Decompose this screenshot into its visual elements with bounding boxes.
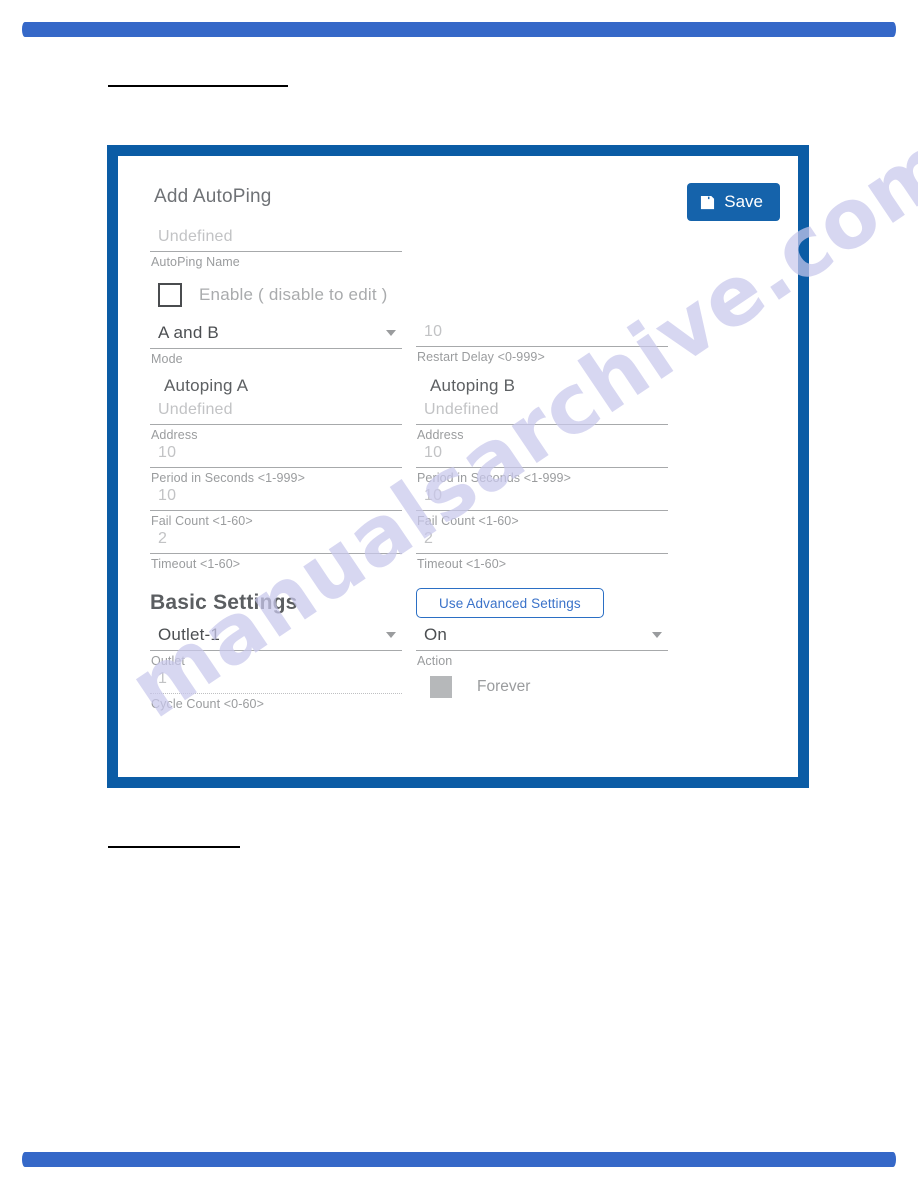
autoping-heading-row: Autoping A Autoping B: [150, 366, 766, 399]
autoping-b-address-field[interactable]: Undefined Address: [416, 399, 668, 442]
action-value: On: [424, 625, 448, 644]
autoping-b-timeout-label: Timeout <1-60>: [417, 557, 507, 571]
page-footer-bar: [22, 1152, 896, 1167]
autoping-fields-row-0: Undefined Address Undefined Address: [150, 399, 766, 442]
autoping-b-address-label: Address: [417, 428, 464, 442]
chevron-down-icon[interactable]: [386, 330, 396, 336]
mode-label: Mode: [151, 352, 183, 366]
autoping-b-timeout-value: 2: [424, 530, 434, 547]
chevron-down-icon[interactable]: [386, 632, 396, 638]
save-icon: [701, 195, 715, 209]
forever-row[interactable]: Forever: [416, 668, 668, 698]
cycle-count-field[interactable]: 1 Cycle Count <0-60>: [150, 668, 402, 711]
action-select[interactable]: On Action: [416, 623, 668, 668]
autoping-a-period-label: Period in Seconds <1-999>: [151, 471, 305, 485]
save-button-label: Save: [724, 192, 763, 211]
header-rule: [108, 85, 288, 87]
cycle-count-value: 1: [158, 670, 168, 687]
autoping-b-failcount-value: 10: [424, 487, 443, 504]
autoping-a-failcount-field[interactable]: 10 Fail Count <1-60>: [150, 485, 402, 528]
autoping-b-period-field[interactable]: 10 Period in Seconds <1-999>: [416, 442, 668, 485]
cycle-forever-row: 1 Cycle Count <0-60> Forever: [150, 668, 766, 711]
autoping-name-field[interactable]: Undefined AutoPing Name: [150, 226, 402, 269]
restart-delay-label: Restart Delay <0-999>: [417, 350, 545, 364]
outlet-select[interactable]: Outlet-1 Outlet: [150, 623, 402, 668]
autoping-a-address-label: Address: [151, 428, 198, 442]
autoping-fields-row-2: 10 Fail Count <1-60> 10 Fail Count <1-60…: [150, 485, 766, 528]
autoping-fields-row-1: 10 Period in Seconds <1-999> 10 Period i…: [150, 442, 766, 485]
autoping-a-timeout-field[interactable]: 2 Timeout <1-60>: [150, 528, 402, 571]
autoping-fields-row-3: 2 Timeout <1-60> 2 Timeout <1-60>: [150, 528, 766, 571]
basic-settings-title: Basic Settings: [150, 591, 298, 614]
autoping-b-failcount-field[interactable]: 10 Fail Count <1-60>: [416, 485, 668, 528]
autoping-a-address-value: Undefined: [158, 401, 233, 418]
mode-restart-row: A and B Mode 10 Restart Delay <0-999>: [150, 321, 766, 366]
autoping-b-address-value: Undefined: [424, 401, 499, 418]
autoping-card: Save Add AutoPing Undefined AutoPing Nam…: [118, 156, 798, 777]
autoping-a-timeout-label: Timeout <1-60>: [151, 557, 241, 571]
enable-checkbox[interactable]: [158, 283, 182, 307]
footer-rule: [108, 846, 240, 848]
action-label: Action: [417, 654, 453, 668]
autoping-a-period-field[interactable]: 10 Period in Seconds <1-999>: [150, 442, 402, 485]
autoping-a-period-value: 10: [158, 444, 177, 461]
chevron-down-icon[interactable]: [652, 632, 662, 638]
forever-label: Forever: [477, 678, 531, 695]
use-advanced-settings-button[interactable]: Use Advanced Settings: [416, 588, 604, 618]
outlet-value: Outlet-1: [158, 625, 221, 644]
enable-label: Enable ( disable to edit ): [199, 285, 388, 304]
outlet-label: Outlet: [151, 654, 185, 668]
autoping-a-heading: Autoping A: [164, 376, 249, 395]
forever-checkbox[interactable]: [430, 676, 452, 698]
cycle-count-label: Cycle Count <0-60>: [151, 697, 264, 711]
mode-value: A and B: [158, 323, 219, 342]
forever-column: Forever: [416, 668, 668, 711]
restart-delay-field[interactable]: 10 Restart Delay <0-999>: [416, 321, 668, 366]
autoping-b-period-label: Period in Seconds <1-999>: [417, 471, 571, 485]
autoping-b-failcount-label: Fail Count <1-60>: [417, 514, 519, 528]
basic-settings-row: Basic Settings Use Advanced Settings: [150, 583, 766, 623]
autoping-a-address-field[interactable]: Undefined Address: [150, 399, 402, 442]
autoping-name-value: Undefined: [158, 228, 233, 245]
restart-delay-value: 10: [424, 323, 443, 340]
enable-row[interactable]: Enable ( disable to edit ): [158, 283, 766, 307]
mode-select[interactable]: A and B Mode: [150, 321, 402, 366]
autoping-a-failcount-value: 10: [158, 487, 177, 504]
autoping-b-period-value: 10: [424, 444, 443, 461]
page-header-bar: [22, 22, 896, 37]
autoping-name-label: AutoPing Name: [151, 255, 240, 269]
autoping-b-timeout-field[interactable]: 2 Timeout <1-60>: [416, 528, 668, 571]
card-title: Add AutoPing: [154, 186, 272, 207]
autoping-a-failcount-label: Fail Count <1-60>: [151, 514, 253, 528]
autoping-a-timeout-value: 2: [158, 530, 168, 547]
autoping-card-frame: Save Add AutoPing Undefined AutoPing Nam…: [107, 145, 809, 788]
save-button[interactable]: Save: [687, 183, 780, 221]
autoping-b-heading: Autoping B: [430, 376, 516, 395]
outlet-action-row: Outlet-1 Outlet On Action: [150, 623, 766, 668]
